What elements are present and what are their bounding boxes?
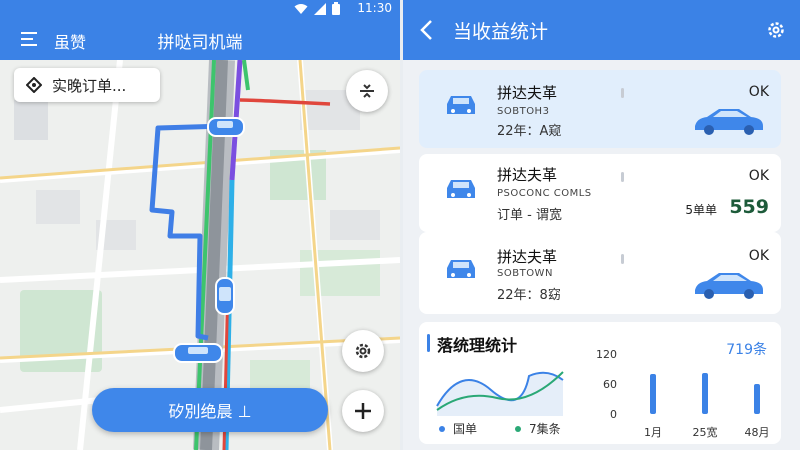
y-tick-label: 120 xyxy=(596,348,617,361)
status-bar: 11:30 xyxy=(0,0,400,18)
car-icon xyxy=(447,96,475,114)
earnings-header: 当收益统计 xyxy=(403,0,800,60)
legend-dot xyxy=(439,425,445,432)
legend-label: 国单 xyxy=(453,422,478,436)
card-meta: 22年：8窈 xyxy=(497,288,561,303)
page-title: 当收益统计 xyxy=(453,21,549,43)
divider-dot xyxy=(621,88,624,98)
x-tick-label: 48月 xyxy=(745,426,770,439)
earning-amount: 559 xyxy=(729,196,769,218)
x-tick-label: 25宽 xyxy=(693,425,718,439)
divider-dot xyxy=(621,172,624,182)
card-sub: PSOCONC COMLS xyxy=(497,188,592,199)
chart-bar xyxy=(702,373,708,414)
card-sub: SOBTOWN xyxy=(497,268,553,279)
driver-map-screen: 11:30 虽赞 拼哒司机端 实晚订单... 矽別绝晨 ⊥ xyxy=(0,0,400,450)
car-marker[interactable] xyxy=(215,277,235,315)
stats-card: 落统理统计 719条 国单 7集条 120 60 0 1月 25宽 48月 xyxy=(419,322,781,444)
earning-card[interactable]: 拼达夫革 SOBTOWN 22年：8窈 OK xyxy=(419,232,781,314)
wifi-icon xyxy=(294,3,308,14)
navigation-diamond-icon xyxy=(26,77,42,93)
car-icon xyxy=(447,260,475,278)
card-meta: 订单 - 谓宽 xyxy=(497,208,562,223)
gear-icon xyxy=(355,343,371,359)
compress-icon xyxy=(360,84,374,98)
order-chip-label: 实晚订单... xyxy=(52,76,127,95)
plus-icon xyxy=(355,403,371,419)
legend-dot xyxy=(515,425,521,432)
bar-chart: 120 60 0 1月 25宽 48月 xyxy=(596,348,770,439)
legend-item: 国单 xyxy=(439,420,477,437)
card-sub: SOBTOH3 xyxy=(497,106,550,117)
gear-icon[interactable] xyxy=(766,20,786,40)
car-marker[interactable] xyxy=(173,343,223,363)
card-name: 拼达夫革 xyxy=(497,248,558,266)
screen: 11:30 虽赞 拼哒司机端 实晚订单... 矽別绝晨 ⊥ 当收益统计 拼达夫革… xyxy=(0,0,800,450)
order-chip[interactable]: 实晚订单... xyxy=(14,68,160,102)
card-ok: OK xyxy=(748,168,769,184)
sedan-icon xyxy=(695,109,763,135)
battery-icon xyxy=(332,2,340,15)
legend-item: 7集条 xyxy=(515,420,561,437)
status-time: 11:30 xyxy=(357,1,392,15)
card-name: 拼达夫革 xyxy=(497,166,558,184)
layer-toggle-button[interactable] xyxy=(346,70,388,112)
card-meta: 22年：A窥 xyxy=(497,124,562,139)
card-ok: OK xyxy=(748,248,769,264)
legend-label: 7集条 xyxy=(529,422,561,436)
chart-bar xyxy=(650,374,656,414)
divider-dot xyxy=(621,254,624,264)
trend-area-chart xyxy=(436,371,564,416)
car-marker[interactable] xyxy=(207,117,245,137)
x-tick-label: 1月 xyxy=(644,426,662,439)
back-arrow-icon[interactable] xyxy=(419,19,435,41)
app-bar: 虽赞 拼哒司机端 xyxy=(0,18,400,60)
add-button[interactable] xyxy=(342,390,384,432)
status-icons xyxy=(294,2,340,15)
section-accent xyxy=(427,334,430,352)
earnings-screen: 当收益统计 拼达夫革 SOBTOH3 22年：A窥 OK 拼达夫革 PSOCON… xyxy=(403,0,800,450)
chart-bar xyxy=(754,384,760,414)
stats-title: 落统理统计 xyxy=(437,336,518,355)
sedan-icon xyxy=(695,273,763,299)
settings-button[interactable] xyxy=(342,330,384,372)
order-count: 5单单 xyxy=(685,203,717,217)
page-title: 拼哒司机端 xyxy=(157,33,243,53)
earning-card[interactable]: 拼达夫革 SOBTOH3 22年：A窥 OK xyxy=(419,70,781,148)
start-order-button[interactable]: 矽別绝晨 ⊥ xyxy=(92,388,328,432)
car-icon xyxy=(447,180,475,198)
card-name: 拼达夫革 xyxy=(497,84,558,102)
earning-card[interactable]: 拼达夫革 PSOCONC COMLS 订单 - 谓宽 OK 5单单 559 xyxy=(419,154,781,232)
y-tick-label: 0 xyxy=(610,408,617,421)
y-tick-label: 60 xyxy=(603,378,617,391)
card-ok: OK xyxy=(748,84,769,100)
signal-icon xyxy=(314,2,326,15)
